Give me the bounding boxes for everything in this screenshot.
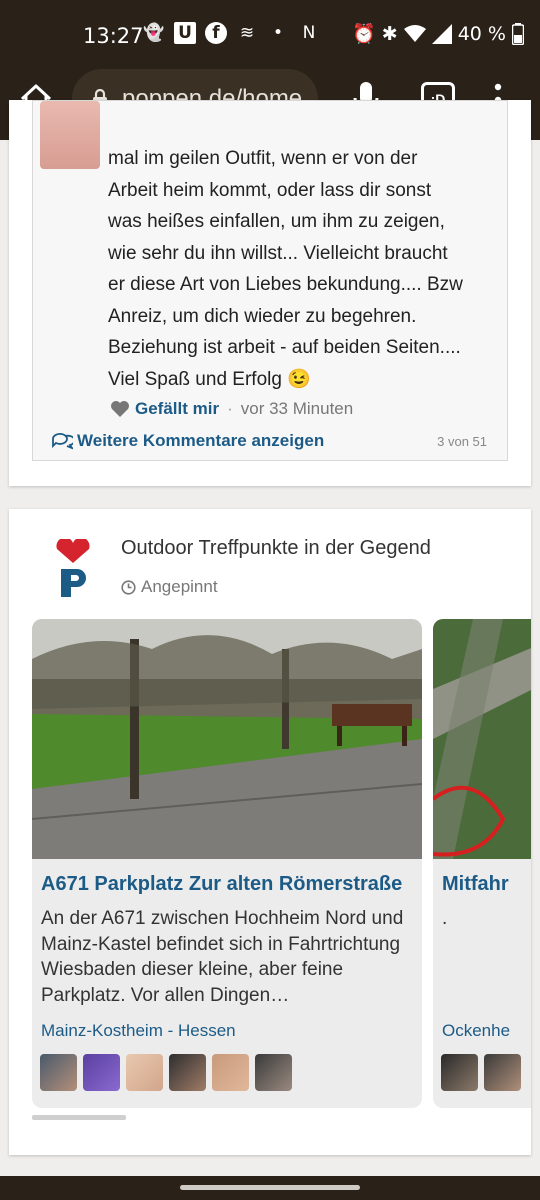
comments-icon — [52, 433, 73, 450]
place-city[interactable]: Ockenhe — [442, 1021, 510, 1040]
location-separator: - — [162, 1021, 178, 1040]
signal-icon — [431, 23, 452, 44]
comment-line: er diese Art von Liebes bekundung.... Bz… — [108, 274, 463, 295]
comment-text: mal im geilen Outfit, wenn er von der Ar… — [108, 143, 503, 395]
post-title[interactable]: Outdoor Treffpunkte in der Gegend — [121, 537, 431, 560]
post-card: Outdoor Treffpunkte in der Gegend Angepi… — [9, 509, 531, 1155]
pinned-label: Angepinnt — [121, 577, 218, 597]
battery-icon — [512, 22, 524, 45]
comment-line: wie sehr du ihn willst... Vielleicht bra… — [108, 242, 448, 264]
wifi-icon — [403, 24, 426, 42]
place-city[interactable]: Mainz-Kostheim — [41, 1021, 163, 1040]
clock-icon — [121, 579, 136, 595]
snapchat-icon: 👻 — [143, 23, 165, 43]
comment-card: mal im geilen Outfit, wenn er von der Ar… — [9, 100, 531, 486]
visitor-avatar[interactable] — [169, 1054, 206, 1091]
carousel-scrollbar[interactable] — [32, 1115, 126, 1120]
status-time: 13:27 — [83, 24, 144, 48]
comment-line: Viel Spaß und Erfolg 😉 — [108, 368, 311, 390]
place-location: Ockenhe — [442, 1021, 510, 1041]
comment-line: Anreiz, um dich wieder zu begehren. — [108, 305, 417, 327]
heart-icon[interactable] — [110, 400, 130, 418]
visitor-avatar[interactable] — [255, 1054, 292, 1091]
like-link[interactable]: Gefällt mir — [135, 399, 219, 419]
place-name[interactable]: A671 Parkplatz Zur alten Römerstraße — [41, 873, 402, 896]
visitor-avatar[interactable] — [212, 1054, 249, 1091]
u-icon: U — [174, 22, 196, 44]
status-bar: 13:27 👻 U f ≋ • N ⏰ ✱ 40 % — [0, 0, 540, 72]
pinned-text: Angepinnt — [141, 577, 218, 596]
place-photo[interactable] — [433, 619, 531, 859]
nfc-icon: N — [302, 23, 316, 43]
comment-line: mal im geilen Outfit, wenn er von der — [108, 148, 418, 169]
comment-line: Beziehung ist arbeit - auf beiden Seiten… — [108, 337, 461, 358]
like-row: Gefällt mir · vor 33 Minuten — [110, 399, 353, 419]
comment-box: mal im geilen Outfit, wenn er von der Ar… — [32, 100, 508, 461]
place-description: . — [442, 908, 448, 929]
comment-time: vor 33 Minuten — [240, 399, 354, 418]
more-comments-link[interactable]: Weitere Kommentare anzeigen — [51, 431, 324, 451]
boat-icon: ≋ — [239, 23, 255, 43]
commenter-avatar[interactable] — [40, 101, 100, 169]
place-card[interactable]: Mitfahr . Ockenhe — [433, 619, 531, 1108]
place-location: Mainz-Kostheim - Hessen — [41, 1021, 236, 1041]
visitor-avatar[interactable] — [83, 1054, 120, 1091]
facebook-icon: f — [205, 22, 227, 44]
place-photo[interactable] — [32, 619, 422, 859]
visitor-avatar[interactable] — [441, 1054, 478, 1091]
poppen-logo — [56, 539, 90, 597]
navigation-bar — [0, 1176, 540, 1200]
visitor-avatars — [441, 1054, 521, 1091]
status-right: ⏰ ✱ 40 % — [352, 22, 524, 45]
comment-line: Arbeit heim kommt, oder lass dir sonst — [108, 179, 432, 201]
dot-icon: • — [272, 23, 284, 43]
comment-count: 3 von 51 — [437, 434, 487, 449]
bluetooth-icon: ✱ — [381, 22, 398, 45]
visitor-avatars — [40, 1054, 292, 1091]
separator-dot: · — [227, 399, 233, 418]
place-card[interactable]: A671 Parkplatz Zur alten Römerstraße An … — [32, 619, 422, 1108]
alarm-icon: ⏰ — [352, 23, 376, 45]
visitor-avatar[interactable] — [484, 1054, 521, 1091]
visitor-avatar[interactable] — [40, 1054, 77, 1091]
home-gesture-handle[interactable] — [180, 1185, 360, 1190]
more-comments-label: Weitere Kommentare anzeigen — [77, 431, 325, 450]
status-icons: 👻 U f ≋ • N — [143, 22, 320, 44]
place-name[interactable]: Mitfahr — [442, 873, 509, 896]
visitor-avatar[interactable] — [126, 1054, 163, 1091]
place-description: An der A671 zwischen Hochheim Nord und M… — [41, 908, 404, 1006]
place-region[interactable]: Hessen — [178, 1021, 236, 1040]
battery-text: 40 % — [457, 22, 506, 45]
comment-line: was heißes einfallen, um ihm zu zeigen, — [108, 211, 445, 232]
